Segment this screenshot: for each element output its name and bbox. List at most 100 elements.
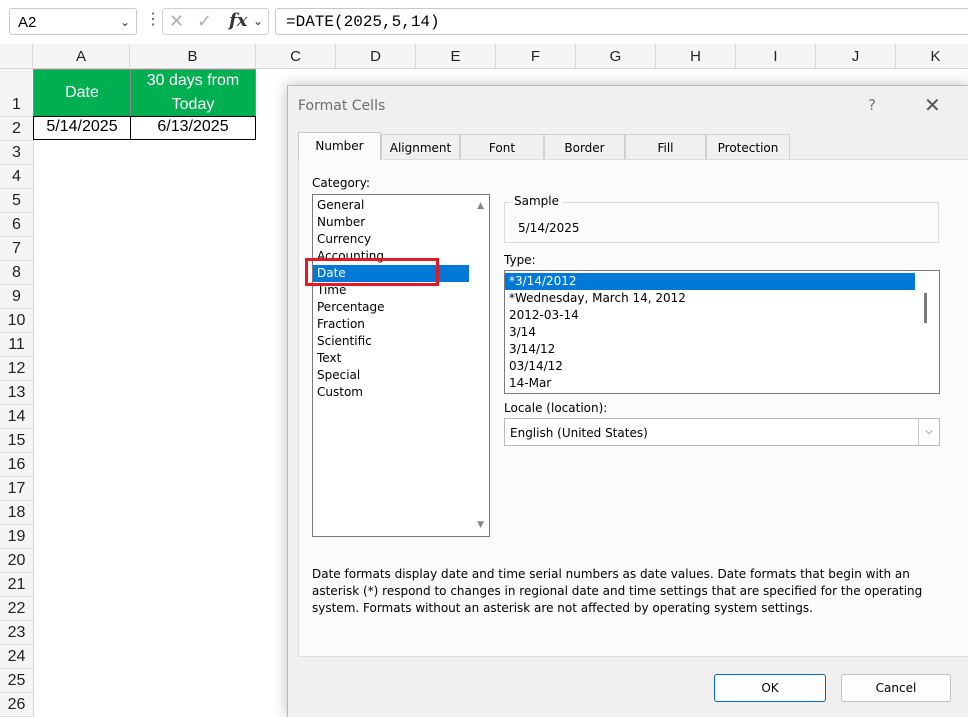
type-item[interactable]: 14-Mar (509, 375, 551, 392)
type-item[interactable]: 03/14/12 (509, 358, 563, 375)
format-cells-dialog: Format Cells ? ✕ Number Alignment Font B… (287, 85, 968, 717)
formula-buttons: ✕ ✓ fx ⌄ (162, 8, 269, 35)
chevron-down-icon[interactable]: ⌄ (120, 15, 130, 29)
row-header[interactable]: 7 (0, 237, 33, 261)
column-header[interactable]: F (496, 44, 576, 68)
cancel-button[interactable]: Cancel (841, 674, 951, 702)
cell-b2[interactable]: 6/13/2025 (130, 116, 256, 140)
locale-value: English (United States) (510, 426, 648, 440)
row-header[interactable]: 14 (0, 405, 33, 429)
row-header[interactable]: 26 (0, 693, 33, 717)
type-item[interactable]: 3/14 (509, 324, 536, 341)
chevron-down-icon[interactable]: ⌵ (918, 419, 939, 445)
select-all-corner[interactable] (0, 44, 33, 68)
tab-fill[interactable]: Fill (625, 134, 706, 159)
column-header[interactable]: B (130, 44, 256, 68)
category-item[interactable]: Currency (317, 231, 371, 248)
tab-border[interactable]: Border (544, 134, 625, 159)
scroll-up-icon[interactable]: ▲ (477, 201, 484, 211)
row-header[interactable]: 4 (0, 165, 33, 189)
row-header[interactable]: 13 (0, 381, 33, 405)
category-list[interactable]: General Number Currency Accounting Date … (312, 194, 490, 537)
cell-b1[interactable]: 30 days from Today (130, 69, 256, 117)
column-header[interactable]: E (416, 44, 496, 68)
type-list[interactable]: *3/14/2012 *Wednesday, March 14, 2012 20… (504, 270, 940, 394)
column-headers: A B C D E F G H I J K (0, 44, 968, 69)
category-item[interactable]: Number (317, 214, 365, 231)
highlight-box (305, 258, 439, 286)
row-header[interactable]: 1 (0, 69, 33, 117)
expand-formula-icon[interactable]: ⌄ (253, 14, 263, 28)
row-header[interactable]: 18 (0, 501, 33, 525)
sample-label: Sample (511, 194, 562, 208)
tab-font[interactable]: Font (460, 134, 544, 159)
cell-a2[interactable]: 5/14/2025 (33, 116, 131, 140)
row-header[interactable]: 23 (0, 621, 33, 645)
name-box[interactable]: A2 ⌄ (9, 8, 137, 35)
type-label: Type: (504, 253, 536, 267)
column-header[interactable]: K (896, 44, 968, 68)
scroll-down-icon[interactable]: ▼ (477, 520, 484, 530)
category-label: Category: (312, 176, 370, 190)
column-header[interactable]: J (816, 44, 896, 68)
column-header[interactable]: I (736, 44, 816, 68)
row-header[interactable]: 3 (0, 141, 33, 165)
category-item[interactable]: Custom (317, 384, 363, 401)
category-item[interactable]: Text (317, 350, 341, 367)
type-item[interactable]: *Wednesday, March 14, 2012 (509, 290, 686, 307)
formula-bar: A2 ⌄ ⋮ ✕ ✓ fx ⌄ =DATE(2025,5,14) (0, 0, 968, 44)
row-header[interactable]: 19 (0, 525, 33, 549)
row-header[interactable]: 12 (0, 357, 33, 381)
row-header[interactable]: 25 (0, 669, 33, 693)
category-item[interactable]: Fraction (317, 316, 365, 333)
category-item[interactable]: Scientific (317, 333, 372, 350)
formula-input[interactable]: =DATE(2025,5,14) (275, 8, 968, 35)
row-header[interactable]: 20 (0, 549, 33, 573)
row-header[interactable]: 22 (0, 597, 33, 621)
row-headers: 1 2 3 4 5 6 7 8 9 10 11 12 13 14 15 16 1… (0, 69, 34, 717)
row-header[interactable]: 2 (0, 117, 33, 141)
row-header[interactable]: 8 (0, 261, 33, 285)
locale-label: Locale (location): (504, 401, 608, 415)
cell-a1[interactable]: Date (33, 69, 131, 117)
type-item[interactable]: 3/14/12 (509, 341, 555, 358)
insert-function-icon[interactable]: fx (229, 10, 247, 31)
row-header[interactable]: 10 (0, 309, 33, 333)
row-header[interactable]: 9 (0, 285, 33, 309)
sample-value: 5/14/2025 (518, 221, 580, 235)
format-description: Date formats display date and time seria… (312, 567, 923, 615)
column-header[interactable]: G (576, 44, 656, 68)
row-header[interactable]: 5 (0, 189, 33, 213)
dialog-title: Format Cells (298, 98, 386, 114)
category-item[interactable]: General (317, 197, 364, 214)
column-header[interactable]: H (656, 44, 736, 68)
row-header[interactable]: 24 (0, 645, 33, 669)
help-button[interactable]: ? (868, 96, 876, 114)
name-box-value: A2 (18, 14, 37, 31)
type-item[interactable]: 2012-03-14 (509, 307, 579, 324)
tab-protection[interactable]: Protection (706, 134, 790, 159)
row-header[interactable]: 21 (0, 573, 33, 597)
column-header[interactable]: C (256, 44, 336, 68)
locale-select[interactable]: English (United States) ⌵ (504, 418, 940, 446)
row-header[interactable]: 11 (0, 333, 33, 357)
category-item[interactable]: Percentage (317, 299, 385, 316)
more-options-icon: ⋮ (145, 11, 161, 28)
formula-text: =DATE(2025,5,14) (286, 13, 440, 31)
row-header[interactable]: 17 (0, 477, 33, 501)
category-item[interactable]: Special (317, 367, 360, 384)
cancel-icon[interactable]: ✕ (169, 11, 184, 32)
close-icon[interactable]: ✕ (924, 93, 941, 117)
enter-icon[interactable]: ✓ (197, 11, 212, 32)
cell-b1-text: 30 days from Today (146, 72, 240, 113)
tab-alignment[interactable]: Alignment (381, 134, 460, 159)
column-header[interactable]: A (33, 44, 130, 68)
type-list-scrollbar[interactable] (924, 293, 927, 323)
column-header[interactable]: D (336, 44, 416, 68)
row-header[interactable]: 16 (0, 453, 33, 477)
row-header[interactable]: 6 (0, 213, 33, 237)
tab-number[interactable]: Number (298, 132, 381, 160)
row-header[interactable]: 15 (0, 429, 33, 453)
ok-button[interactable]: OK (714, 674, 826, 702)
type-item-selected[interactable]: *3/14/2012 (505, 273, 915, 290)
